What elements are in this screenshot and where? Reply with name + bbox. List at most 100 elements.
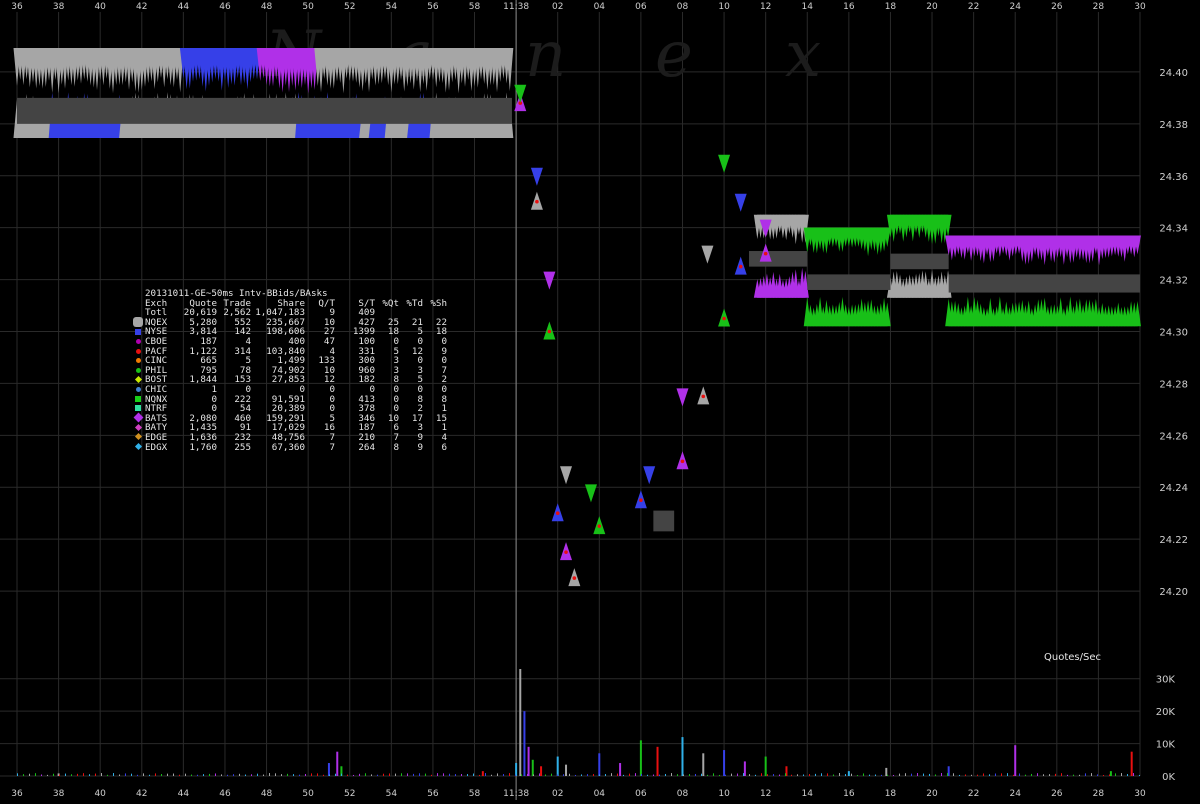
legend-marker-shape xyxy=(134,433,143,441)
x-tick-label-bottom: 11:38 xyxy=(503,789,529,799)
volume-bar xyxy=(389,773,390,776)
volume-bar xyxy=(1133,773,1134,776)
volume-bar xyxy=(527,773,528,776)
volume-bar xyxy=(719,774,720,776)
volume-bar xyxy=(89,774,90,776)
volume-bar xyxy=(461,774,462,776)
volume-bar xyxy=(1055,773,1056,776)
volume-bar xyxy=(647,774,648,776)
legend-marker-shape xyxy=(136,339,141,345)
volume-bar xyxy=(1073,774,1074,776)
legend-marker-shape xyxy=(134,442,143,450)
x-tick-label-top: 11:38 xyxy=(503,2,529,12)
x-tick-label-bottom: 28 xyxy=(1093,789,1105,799)
x-tick-label-top: 30 xyxy=(1134,2,1146,12)
volume-bar xyxy=(481,771,484,776)
legend-marker xyxy=(133,366,145,375)
volume-bar xyxy=(911,773,912,776)
volume-bar xyxy=(293,774,294,776)
volume-bar xyxy=(287,773,288,776)
legend-table: 20131011-GE~50ms Intv-BBids/BAsks Exch Quo… xyxy=(133,289,447,452)
legend-marker-shape xyxy=(136,348,141,354)
legend-marker-shape xyxy=(133,317,143,328)
volume-bar xyxy=(245,774,246,776)
legend-marker-shape xyxy=(135,395,141,402)
volume-bar xyxy=(707,774,708,776)
volume-bar xyxy=(317,773,318,776)
trade-dot xyxy=(564,550,568,554)
watermark-letter: n xyxy=(525,18,566,92)
volume-bar xyxy=(767,774,768,776)
volume-bar xyxy=(905,773,906,776)
legend-marker-shape xyxy=(136,387,141,393)
vol-tick-label: 20K xyxy=(1156,707,1176,718)
volume-bar xyxy=(1049,774,1050,776)
nbbo-band xyxy=(653,510,675,532)
legend-cell: 9 xyxy=(417,441,423,453)
legend-marker xyxy=(133,385,145,394)
volume-bar xyxy=(263,774,264,776)
volume-bar xyxy=(773,774,774,776)
x-tick-label-bottom: 10 xyxy=(718,789,730,799)
y-tick-label: 24.32 xyxy=(1159,276,1188,287)
volume-bar xyxy=(173,773,174,776)
x-tick-label-bottom: 02 xyxy=(552,789,563,799)
volume-bar xyxy=(335,773,336,776)
volume-bar xyxy=(917,773,918,776)
trade-dot xyxy=(680,459,685,464)
volume-bar xyxy=(641,773,642,776)
trade-dot xyxy=(572,576,577,580)
x-tick-label-bottom: 48 xyxy=(261,789,273,799)
volume-bar xyxy=(639,740,642,776)
volume-bar xyxy=(239,773,240,776)
legend-marker xyxy=(133,395,145,404)
x-tick-label-bottom: 20 xyxy=(926,789,938,799)
volume-bar xyxy=(497,773,498,776)
volume-bar xyxy=(71,774,72,776)
volume-bar xyxy=(77,773,78,776)
volume-bar xyxy=(869,774,870,776)
x-tick-label-bottom: 50 xyxy=(302,789,314,799)
volume-bar xyxy=(743,761,746,776)
legend-marker xyxy=(133,412,145,423)
x-tick-label-bottom: 08 xyxy=(677,789,689,799)
volume-bar xyxy=(611,773,612,776)
volume-bar xyxy=(1001,773,1002,776)
nbbo-band xyxy=(890,253,949,270)
volume-bar xyxy=(581,774,582,776)
volume-bar xyxy=(941,773,942,776)
volume-bar xyxy=(540,766,543,776)
x-tick-label-top: 42 xyxy=(136,2,147,12)
x-tick-label-top: 46 xyxy=(219,2,231,12)
volume-bar xyxy=(1019,773,1020,776)
volume-bar xyxy=(41,774,42,776)
volume-bar xyxy=(329,774,330,776)
volume-bar xyxy=(95,773,96,776)
volume-bar xyxy=(47,774,48,776)
volume-bar xyxy=(425,773,426,776)
legend-marker-shape xyxy=(135,328,141,335)
volume-bar xyxy=(167,773,168,776)
y-tick-label: 24.22 xyxy=(1159,535,1188,546)
volume-bar xyxy=(131,773,132,776)
volume-bar xyxy=(681,737,684,776)
x-tick-label-top: 58 xyxy=(469,2,481,12)
x-tick-label-bottom: 12 xyxy=(760,789,771,799)
volume-bar xyxy=(593,774,594,776)
volume-bar xyxy=(893,774,894,776)
volume-bar xyxy=(491,774,492,776)
x-tick-label-top: 12 xyxy=(760,2,771,12)
x-tick-label-top: 08 xyxy=(677,2,689,12)
volume-bar xyxy=(587,774,588,776)
x-tick-label-bottom: 38 xyxy=(53,789,65,799)
trade-dot xyxy=(738,264,743,269)
legend-marker xyxy=(133,317,145,328)
x-tick-label-top: 48 xyxy=(261,2,273,12)
volume-bar xyxy=(29,773,30,776)
volume-bar xyxy=(161,774,162,776)
x-tick-label-bottom: 42 xyxy=(136,789,147,799)
volume-bar xyxy=(881,774,882,776)
volume-bar xyxy=(617,773,618,776)
y-tick-label: 24.38 xyxy=(1159,120,1188,131)
vol-tick-label: 10K xyxy=(1156,740,1176,751)
